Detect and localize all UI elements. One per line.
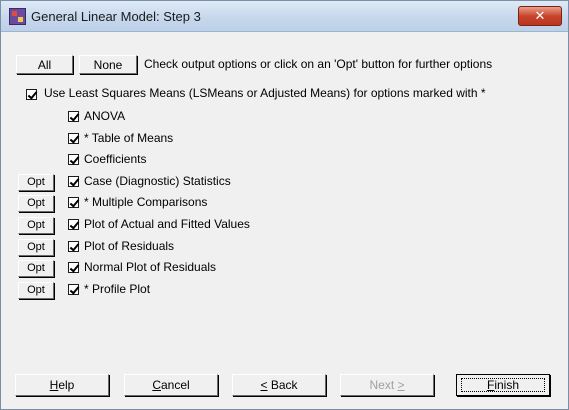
option-checkbox-4[interactable] xyxy=(68,197,79,208)
opt-button-7[interactable]: Opt xyxy=(18,260,54,277)
option-checkbox-6[interactable] xyxy=(68,241,79,252)
instruction-text: Check output options or click on an 'Opt… xyxy=(144,57,493,71)
option-label-6: Plot of Residuals xyxy=(84,239,175,253)
option-checkbox-3[interactable] xyxy=(68,176,79,187)
lsmeans-checkbox[interactable] xyxy=(26,89,37,100)
option-checkbox-8[interactable] xyxy=(68,284,79,295)
option-label-0: ANOVA xyxy=(84,109,126,123)
option-checkbox-5[interactable] xyxy=(68,219,79,230)
help-button[interactable]: Help xyxy=(15,374,109,396)
option-label-3: Case (Diagnostic) Statistics xyxy=(84,174,231,188)
cancel-button[interactable]: Cancel xyxy=(124,374,218,396)
app-icon xyxy=(9,8,26,25)
option-checkbox-7[interactable] xyxy=(68,262,79,273)
all-button[interactable]: All xyxy=(16,55,73,74)
option-checkbox-2[interactable] xyxy=(68,154,79,165)
dialog-window: General Linear Model: Step 3 ✕ All None … xyxy=(0,0,569,410)
none-button[interactable]: None xyxy=(79,55,137,74)
option-label-8: * Profile Plot xyxy=(84,282,151,296)
option-label-7: Normal Plot of Residuals xyxy=(84,260,217,274)
opt-button-8[interactable]: Opt xyxy=(18,282,54,299)
opt-button-3[interactable]: Opt xyxy=(18,174,54,191)
option-label-4: * Multiple Comparisons xyxy=(84,195,208,209)
finish-button[interactable]: Finish xyxy=(456,374,550,396)
opt-button-4[interactable]: Opt xyxy=(18,195,54,212)
option-checkbox-0[interactable] xyxy=(68,111,79,122)
title-bar: General Linear Model: Step 3 ✕ xyxy=(1,1,568,32)
next-button[interactable]: Next > xyxy=(340,374,434,396)
option-checkbox-1[interactable] xyxy=(68,133,79,144)
opt-button-5[interactable]: Opt xyxy=(18,217,54,234)
option-label-5: Plot of Actual and Fitted Values xyxy=(84,217,250,231)
close-button[interactable]: ✕ xyxy=(518,6,562,26)
opt-button-6[interactable]: Opt xyxy=(18,239,54,256)
option-label-2: Coefficients xyxy=(84,152,147,166)
window-title: General Linear Model: Step 3 xyxy=(31,9,201,24)
option-label-1: * Table of Means xyxy=(84,131,174,145)
lsmeans-label: Use Least Squares Means (LSMeans or Adju… xyxy=(44,86,486,100)
back-button[interactable]: < Back xyxy=(232,374,326,396)
focus-rectangle xyxy=(461,378,545,392)
